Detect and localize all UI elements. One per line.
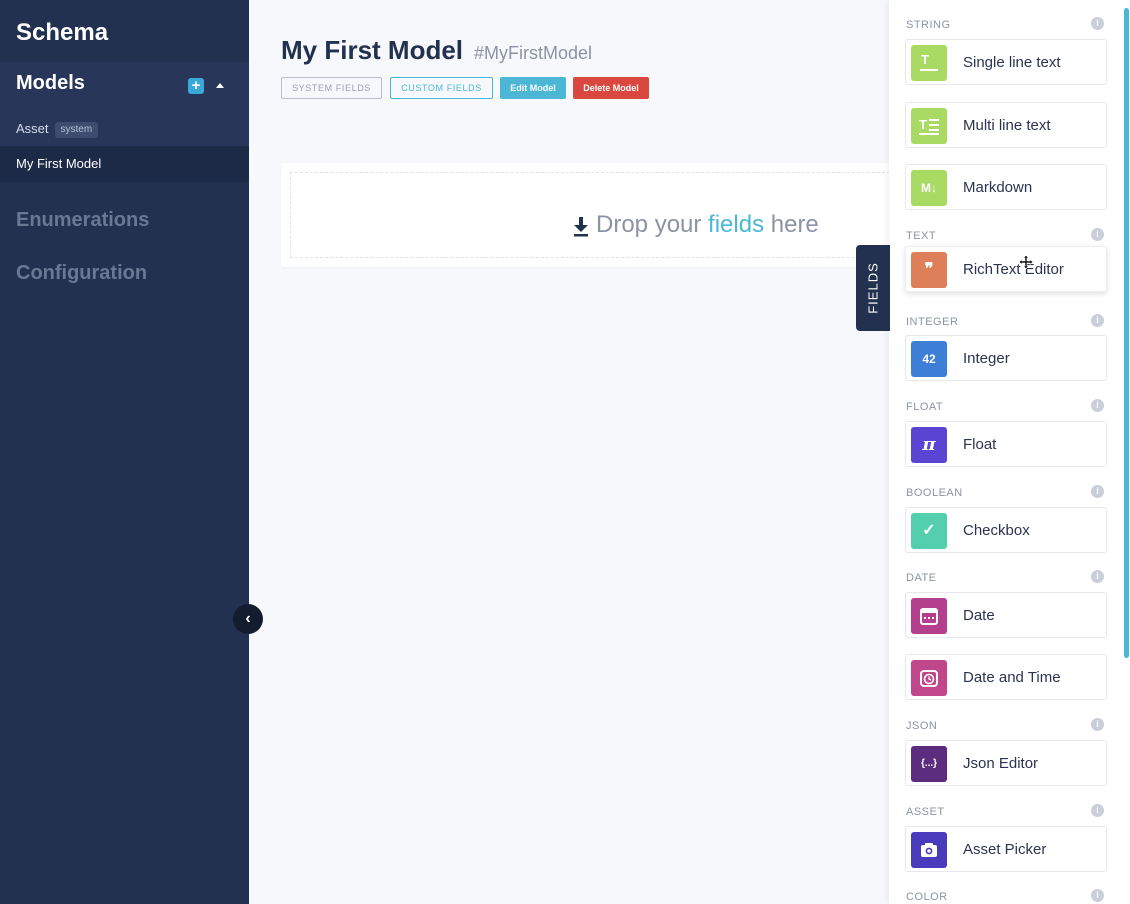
info-icon[interactable]: i xyxy=(1091,314,1104,327)
single-line-text-icon: T xyxy=(911,45,947,81)
field-type-single-line-text[interactable]: T Single line text xyxy=(905,39,1107,85)
panel-scrollbar[interactable] xyxy=(1124,8,1129,658)
pi-icon: π xyxy=(911,427,947,463)
category-label-boolean: BOOLEAN xyxy=(906,487,963,499)
field-type-label: Markdown xyxy=(963,179,1033,196)
add-model-icon[interactable]: + xyxy=(188,78,204,94)
field-type-multi-line-text[interactable]: T Multi line text xyxy=(905,102,1107,148)
move-cursor-icon xyxy=(1019,255,1033,269)
sidebar-item-label: Asset xyxy=(16,121,49,136)
field-type-json-editor[interactable]: {...} Json Editor xyxy=(905,740,1107,786)
svg-text:T: T xyxy=(919,117,927,132)
field-type-float[interactable]: π Float xyxy=(905,421,1107,467)
delete-model-button[interactable]: Delete Model xyxy=(573,77,649,99)
field-type-asset-picker[interactable]: Asset Picker xyxy=(905,826,1107,872)
models-heading[interactable]: Models xyxy=(16,72,85,95)
field-type-label: Integer xyxy=(963,350,1010,367)
collapse-sidebar-button[interactable]: ‹ xyxy=(233,604,263,634)
fields-tab-label: FIELDS xyxy=(865,262,881,314)
sidebar-title: Schema xyxy=(16,19,109,46)
category-label-integer: INTEGER xyxy=(906,316,959,328)
info-icon[interactable]: i xyxy=(1091,718,1104,731)
sidebar-item-my-first-model[interactable]: My First Model xyxy=(0,146,249,182)
markdown-icon: M↓ xyxy=(911,170,947,206)
field-type-label: Multi line text xyxy=(963,117,1051,134)
field-type-markdown[interactable]: M↓ Markdown xyxy=(905,164,1107,210)
field-type-label: Date xyxy=(963,607,995,624)
custom-fields-button[interactable]: CUSTOM FIELDS xyxy=(390,77,493,99)
download-icon xyxy=(574,217,588,237)
category-label-float: FLOAT xyxy=(906,401,944,413)
page-title: My First Model xyxy=(281,35,464,65)
field-type-label: RichText Editor xyxy=(963,261,1064,278)
sidebar-enumerations[interactable]: Enumerations xyxy=(16,209,149,232)
info-icon[interactable]: i xyxy=(1091,399,1104,412)
field-drop-zone[interactable]: Drop your fields here xyxy=(290,172,915,258)
quote-icon: ❞ xyxy=(911,252,947,288)
field-type-label: Date and Time xyxy=(963,669,1061,686)
checkmark-icon: ✓ xyxy=(911,513,947,549)
field-type-date[interactable]: Date xyxy=(905,592,1107,638)
system-badge: system xyxy=(54,122,99,138)
field-type-label: Asset Picker xyxy=(963,841,1047,858)
info-icon[interactable]: i xyxy=(1091,17,1104,30)
field-type-label: Json Editor xyxy=(963,755,1039,772)
category-label-asset: ASSET xyxy=(906,806,945,818)
category-label-date: DATE xyxy=(906,572,937,584)
sidebar-item-asset[interactable]: Asset system xyxy=(0,111,249,147)
fields-panel-toggle[interactable]: FIELDS xyxy=(856,245,890,331)
model-api-id: #MyFirstModel xyxy=(474,43,593,63)
info-icon[interactable]: i xyxy=(1091,228,1104,241)
multi-line-text-icon: T xyxy=(911,108,947,144)
field-type-checkbox[interactable]: ✓ Checkbox xyxy=(905,507,1107,553)
svg-text:T: T xyxy=(921,52,929,67)
field-type-label: Float xyxy=(963,436,997,453)
field-type-label: Single line text xyxy=(963,54,1061,71)
category-label-color: COLOR xyxy=(906,891,948,903)
field-type-richtext-editor[interactable]: ❞ RichText Editor xyxy=(905,246,1107,292)
edit-model-button[interactable]: Edit Model xyxy=(500,77,566,99)
camera-icon xyxy=(911,832,947,868)
field-drop-card: Drop your fields here xyxy=(281,163,921,267)
category-label-text: TEXT xyxy=(906,230,937,242)
field-type-label: Checkbox xyxy=(963,522,1030,539)
category-label-string: STRING xyxy=(906,19,951,31)
info-icon[interactable]: i xyxy=(1091,889,1104,902)
calendar-icon xyxy=(911,598,947,634)
system-fields-button[interactable]: SYSTEM FIELDS xyxy=(281,77,382,99)
drop-zone-text: Drop your fields here xyxy=(596,211,819,238)
info-icon[interactable]: i xyxy=(1091,804,1104,817)
info-icon[interactable]: i xyxy=(1091,570,1104,583)
alarm-clock-icon xyxy=(911,660,947,696)
info-icon[interactable]: i xyxy=(1091,485,1104,498)
sidebar-configuration[interactable]: Configuration xyxy=(16,262,147,285)
field-type-date-and-time[interactable]: Date and Time xyxy=(905,654,1107,700)
collapse-models-caret-icon[interactable] xyxy=(216,83,224,88)
integer-icon: 42 xyxy=(911,341,947,377)
field-type-integer[interactable]: 42 Integer xyxy=(905,335,1107,381)
sidebar-item-label: My First Model xyxy=(16,156,102,171)
sidebar: Schema Models + Asset system My First Mod… xyxy=(0,0,249,904)
category-label-json: JSON xyxy=(906,720,938,732)
braces-icon: {...} xyxy=(911,746,947,782)
